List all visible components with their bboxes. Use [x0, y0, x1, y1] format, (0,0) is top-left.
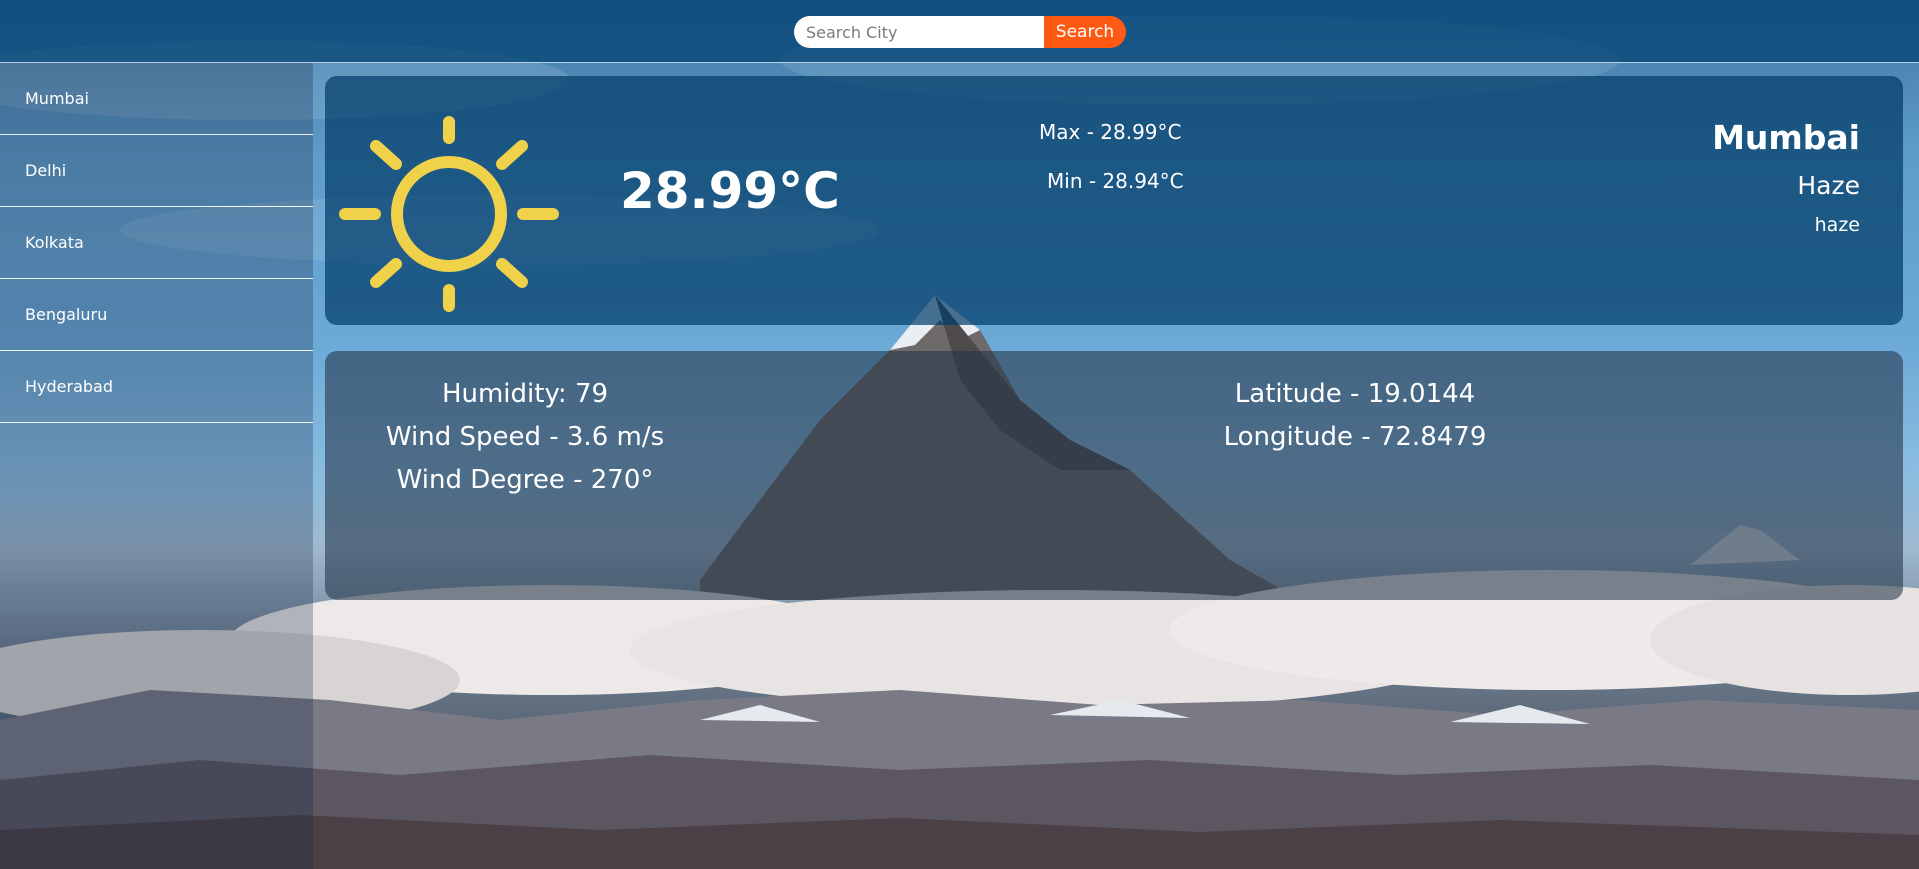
city-name: Mumbai	[1712, 118, 1860, 157]
sidebar-item-label: Kolkata	[25, 233, 84, 252]
max-temperature: Max - 28.99°C	[1039, 120, 1182, 144]
sidebar-item-hyderabad[interactable]: Hyderabad	[0, 351, 313, 423]
city-info: Mumbai Haze haze	[1712, 118, 1860, 236]
search-input[interactable]	[794, 16, 1044, 48]
min-temperature: Min - 28.94°C	[1047, 169, 1184, 193]
sidebar-item-kolkata[interactable]: Kolkata	[0, 207, 313, 279]
humidity-value: Humidity: 79	[441, 379, 609, 409]
sidebar-item-label: Delhi	[25, 161, 67, 180]
wind-humidity-details: Humidity: 79 Wind Speed - 3.6 m/s Wind D…	[325, 373, 725, 502]
city-sidebar: Mumbai Delhi Kolkata Bengaluru Hyderabad	[0, 63, 313, 869]
current-weather-card: 28.99°C Max - 28.99°C Min - 28.94°C Mumb…	[325, 76, 1903, 325]
sidebar-item-label: Mumbai	[25, 89, 89, 108]
weather-details-card: Humidity: 79 Wind Speed - 3.6 m/s Wind D…	[325, 351, 1903, 600]
search-button[interactable]: Search	[1044, 16, 1126, 48]
sun-icon	[339, 114, 559, 318]
wind-speed-value: Wind Speed - 3.6 m/s	[385, 422, 665, 452]
weather-condition: Haze	[1797, 171, 1860, 200]
search-bar: Search	[794, 16, 1126, 48]
wind-degree-value: Wind Degree - 270°	[396, 465, 654, 495]
sidebar-item-label: Bengaluru	[25, 305, 108, 324]
latitude-value: Latitude - 19.0144	[1234, 379, 1476, 409]
sidebar-item-mumbai[interactable]: Mumbai	[0, 63, 313, 135]
longitude-value: Longitude - 72.8479	[1223, 422, 1487, 452]
sidebar-item-bengaluru[interactable]: Bengaluru	[0, 279, 313, 351]
sidebar-item-label: Hyderabad	[25, 377, 113, 396]
weather-description: haze	[1814, 214, 1860, 236]
top-bar: Search	[0, 0, 1919, 63]
sidebar-item-delhi[interactable]: Delhi	[0, 135, 313, 207]
temperature-value: 28.99°C	[620, 162, 840, 220]
coordinates-details: Latitude - 19.0144 Longitude - 72.8479	[1165, 373, 1545, 459]
